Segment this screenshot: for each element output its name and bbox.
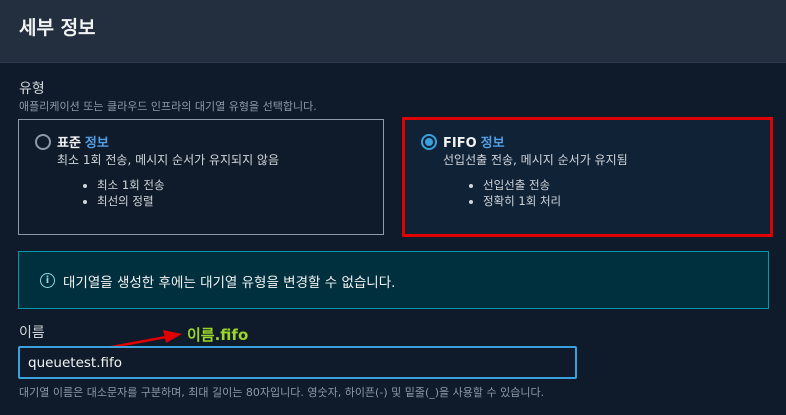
arrow-head: [163, 330, 182, 343]
queue-name-input[interactable]: [18, 346, 577, 379]
name-hint: 대기열 이름은 대소문자를 구분하며, 최대 길이는 80자입니다. 영숫자, …: [19, 386, 545, 399]
